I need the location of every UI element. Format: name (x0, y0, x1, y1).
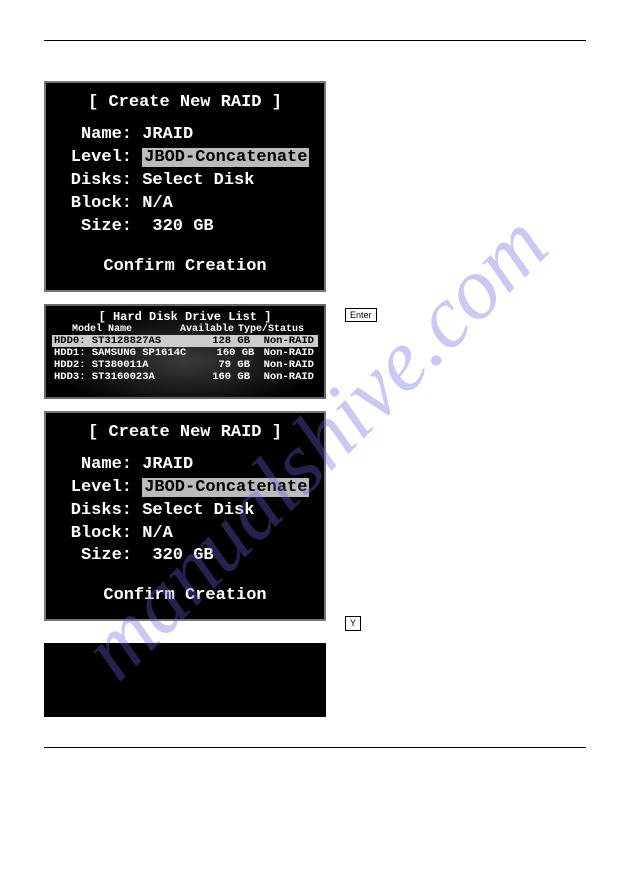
hdd-status: Non-RAID (250, 371, 316, 383)
level-value-selected[interactable]: JBOD-Concatenate (142, 148, 309, 167)
hdd-status: Non-RAID (254, 347, 316, 359)
hdd-model: HDD3: ST3160023A (54, 371, 182, 383)
hdd-size: 128 GB (182, 335, 250, 347)
hdd-size: 160 GB (186, 347, 254, 359)
field-value: 320 GB (142, 546, 213, 565)
hdd-model: HDD1: SAMSUNG SP1614C (54, 347, 186, 359)
field-value: JRAID (142, 125, 193, 144)
bios-panel-create-1: [ Create New RAID ] Name: JRAID Level: J… (44, 81, 326, 292)
field-label: Name: (66, 124, 132, 147)
instruction-text (344, 81, 586, 85)
hdd-row[interactable]: HDD0: ST3128827AS128 GBNon-RAID (52, 335, 318, 347)
page-content: [ Create New RAID ] Name: JRAID Level: J… (0, 0, 630, 778)
field-label: Level: (66, 477, 132, 500)
enter-key: Enter (345, 308, 377, 323)
field-label: Disks: (66, 170, 132, 193)
hdd-status: Non-RAID (250, 335, 316, 347)
instruction-text: Y (344, 411, 586, 631)
bios-title: [ Create New RAID ] (60, 423, 310, 442)
rule-top (44, 40, 586, 41)
hdd-list-header: Model Name Available Type/Status (52, 324, 318, 335)
confirm-creation[interactable]: Confirm Creation (60, 586, 310, 605)
field-value: N/A (142, 524, 173, 543)
instruction-text: Enter (344, 304, 586, 323)
field-label: Name: (66, 454, 132, 477)
hdd-size: 79 GB (182, 359, 250, 371)
hdd-status: Non-RAID (250, 359, 316, 371)
bios-panel-create-2: [ Create New RAID ] Name: JRAID Level: J… (44, 411, 326, 622)
instruction-text (344, 643, 586, 647)
bios-title: [ Create New RAID ] (60, 93, 310, 112)
col-header: Available (164, 324, 234, 335)
confirm-creation[interactable]: Confirm Creation (60, 257, 310, 276)
level-value-selected[interactable]: JBOD-Concatenate (142, 478, 309, 497)
field-value: Select Disk (142, 171, 254, 190)
field-value: Select Disk (142, 501, 254, 520)
y-key: Y (345, 616, 361, 631)
hdd-list-title: [ Hard Disk Drive List ] (52, 310, 318, 324)
field-value: JRAID (142, 455, 193, 474)
col-header: Model Name (54, 324, 164, 335)
field-label: Size: (66, 216, 132, 239)
hdd-size: 160 GB (182, 371, 250, 383)
field-value: N/A (142, 194, 173, 213)
field-label: Disks: (66, 500, 132, 523)
black-panel (44, 643, 326, 717)
field-value: 320 GB (142, 217, 213, 236)
col-header: Type/Status (234, 324, 316, 335)
hdd-list-panel: [ Hard Disk Drive List ] Model Name Avai… (44, 304, 326, 399)
field-label: Level: (66, 147, 132, 170)
hdd-row[interactable]: HDD3: ST3160023A160 GBNon-RAID (52, 371, 318, 383)
hdd-row[interactable]: HDD1: SAMSUNG SP1614C160 GBNon-RAID (52, 347, 318, 359)
hdd-row[interactable]: HDD2: ST380011A79 GBNon-RAID (52, 359, 318, 371)
rule-bottom (44, 747, 586, 748)
hdd-model: HDD0: ST3128827AS (54, 335, 182, 347)
field-label: Block: (66, 193, 132, 216)
hdd-model: HDD2: ST380011A (54, 359, 182, 371)
field-label: Size: (66, 545, 132, 568)
field-label: Block: (66, 523, 132, 546)
